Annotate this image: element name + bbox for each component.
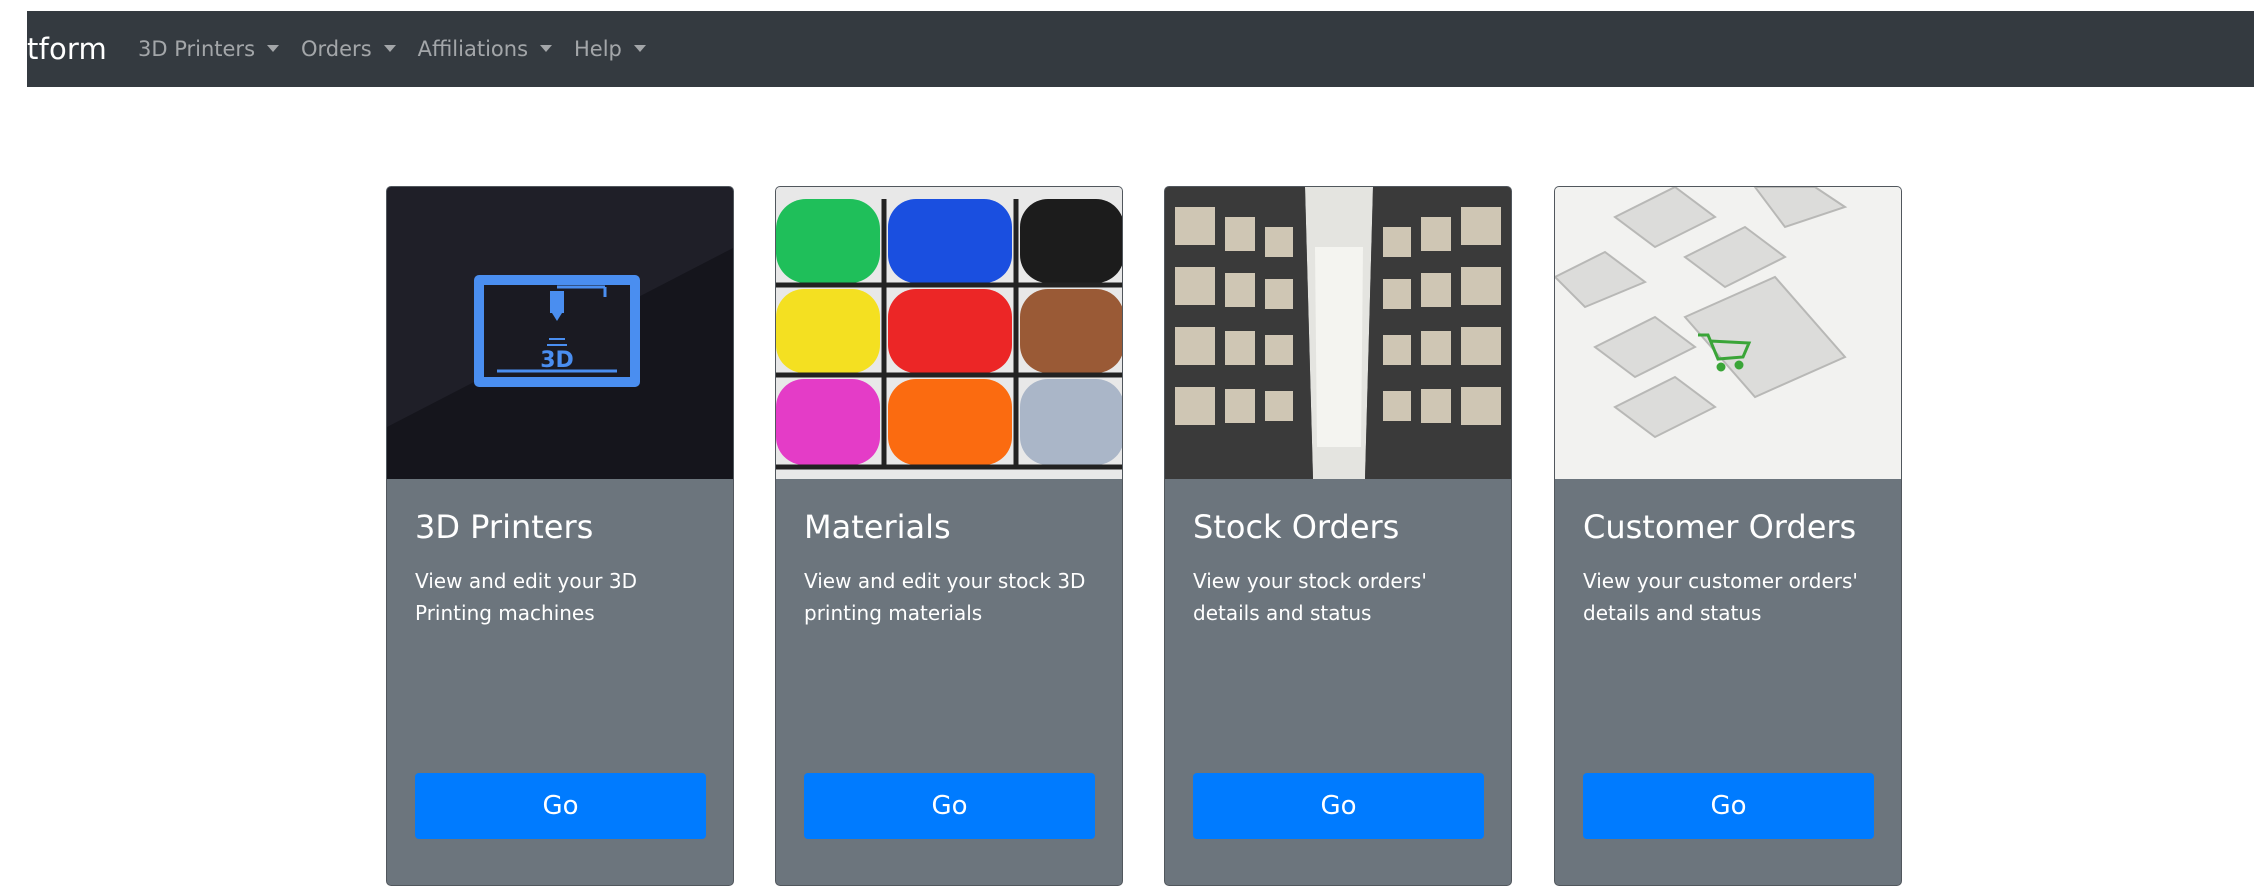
caret-down-icon	[383, 44, 396, 52]
card-title: Customer Orders	[1583, 508, 1857, 546]
caret-down-icon	[633, 44, 646, 52]
nav-label: Orders	[301, 37, 372, 61]
card-title: 3D Printers	[415, 508, 594, 546]
top-navbar: tform 3D Printers Orders Affiliations He…	[27, 11, 2254, 87]
nav-label: Help	[574, 37, 622, 61]
warehouse-shelves-icon	[1165, 187, 1511, 479]
card-stock-orders: Stock Orders View your stock orders' det…	[1164, 186, 1512, 886]
card-materials: Materials View and edit your stock 3D pr…	[775, 186, 1123, 886]
card-text: View and edit your 3D Printing machines	[415, 569, 638, 626]
filament-spools-icon	[776, 187, 1122, 479]
warehouse-shelves-image	[1165, 187, 1511, 479]
card-title: Materials	[804, 508, 951, 546]
nav-dropdown-help[interactable]: Help	[574, 37, 646, 61]
card-text: View and edit your stock 3D printing mat…	[804, 569, 1086, 626]
card-3d-printers: 3D 3D Printers View and edit your 3D Pri…	[386, 186, 734, 886]
go-button-materials[interactable]: Go	[804, 773, 1095, 839]
card-text: View your customer orders' details and s…	[1583, 569, 1858, 626]
caret-down-icon	[267, 44, 280, 52]
nav-dropdown-3d-printers[interactable]: 3D Printers	[138, 37, 280, 61]
shopping-cart-key-icon	[1555, 187, 1901, 479]
filament-spools-image	[776, 187, 1122, 479]
nav-dropdown-affiliations[interactable]: Affiliations	[417, 37, 553, 61]
nav-label: Affiliations	[417, 37, 529, 61]
go-button-stock-orders[interactable]: Go	[1193, 773, 1484, 839]
shopping-cart-key-image	[1555, 187, 1901, 479]
printer-3d-image: 3D	[387, 187, 733, 479]
card-title: Stock Orders	[1193, 508, 1400, 546]
nav-dropdown-orders[interactable]: Orders	[301, 37, 396, 61]
nav-label: 3D Printers	[138, 37, 256, 61]
card-text: View your stock orders' details and stat…	[1193, 569, 1427, 626]
card-customer-orders: Customer Orders View your customer order…	[1554, 186, 1902, 886]
caret-down-icon	[540, 44, 553, 52]
navbar-brand[interactable]: tform	[27, 32, 107, 66]
go-button-3d-printers[interactable]: Go	[415, 773, 706, 839]
printer-3d-icon: 3D	[387, 187, 733, 479]
go-button-customer-orders[interactable]: Go	[1583, 773, 1874, 839]
printer-3d-label: 3D	[540, 348, 574, 373]
